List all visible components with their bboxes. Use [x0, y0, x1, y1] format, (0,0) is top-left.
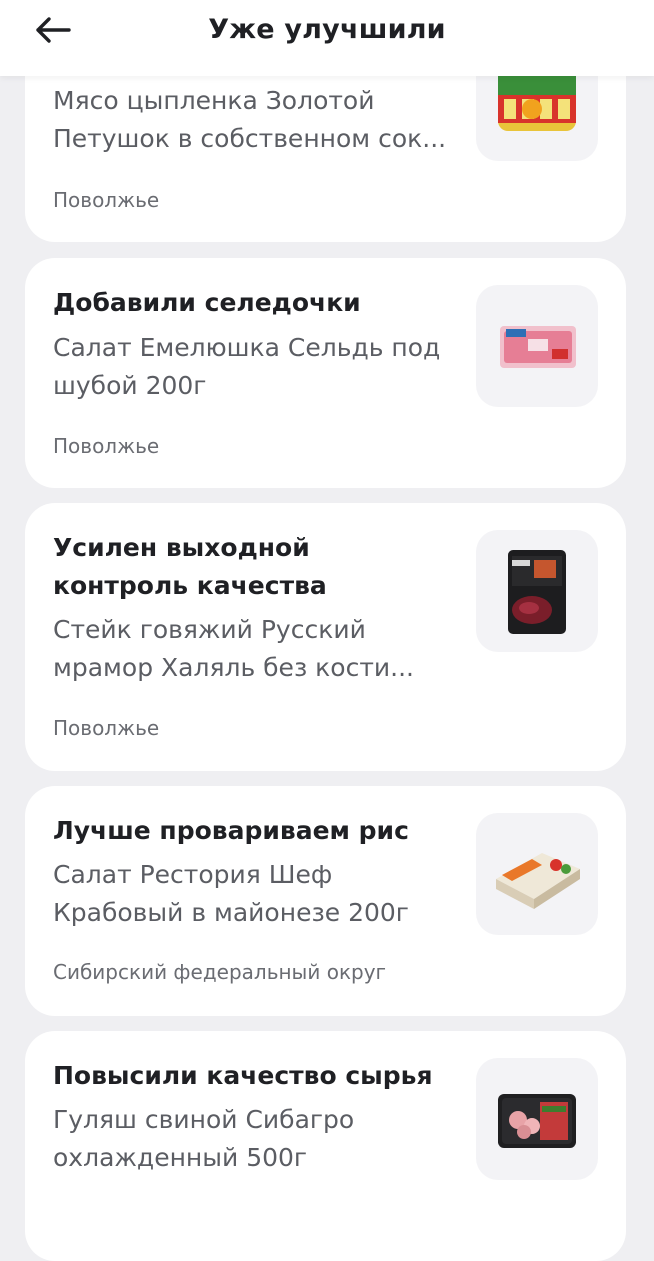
- product-name: Гуляш свиной Сибагро охлажденный 500г: [53, 1105, 355, 1172]
- improvement-title: Повысили качество сырья: [53, 1061, 433, 1090]
- product-thumbnail: [476, 530, 598, 652]
- page-title: Уже улучшили: [208, 14, 446, 45]
- pork-goulash-image: [498, 1094, 576, 1148]
- improvement-title: Добавили селедочки: [53, 288, 361, 317]
- product-name: Салат Рестория Шеф Крабовый в майонезе 2…: [53, 860, 409, 927]
- improvement-card[interactable]: Усилен выходной контроль качества Стейк …: [25, 503, 626, 771]
- crab-salad-image: [496, 853, 580, 909]
- herring-salad-image: [500, 326, 576, 368]
- product-name: Стейк говяжий Русский мрамор Халяль без …: [53, 615, 414, 682]
- product-thumbnail: [476, 285, 598, 407]
- product-thumbnail: [476, 813, 598, 935]
- region-label: Сибирский федеральный округ: [53, 960, 387, 984]
- region-label: Поволжье: [53, 434, 160, 458]
- top-bar: Уже улучшили: [0, 0, 654, 76]
- improvement-title: Усилен выходной контроль качества: [53, 533, 327, 600]
- improvement-card[interactable]: Лучше провариваем рис Салат Рестория Шеф…: [25, 786, 626, 1016]
- region-label: Поволжье: [53, 716, 160, 740]
- improvement-title: Лучше провариваем рис: [53, 816, 409, 845]
- improvement-card[interactable]: Повысили качество сырья Гуляш свиной Сиб…: [25, 1031, 626, 1261]
- product-name: Мясо цыпленка Золотой Петушок в собствен…: [53, 86, 447, 153]
- product-name: Салат Емелюшка Сельдь под шубой 200г: [53, 333, 441, 400]
- product-thumbnail: [476, 1058, 598, 1180]
- region-label: Поволжье: [53, 188, 160, 212]
- beef-steak-image: [508, 550, 566, 634]
- improvement-card[interactable]: Добавили селедочки Салат Емелюшка Сельдь…: [25, 258, 626, 488]
